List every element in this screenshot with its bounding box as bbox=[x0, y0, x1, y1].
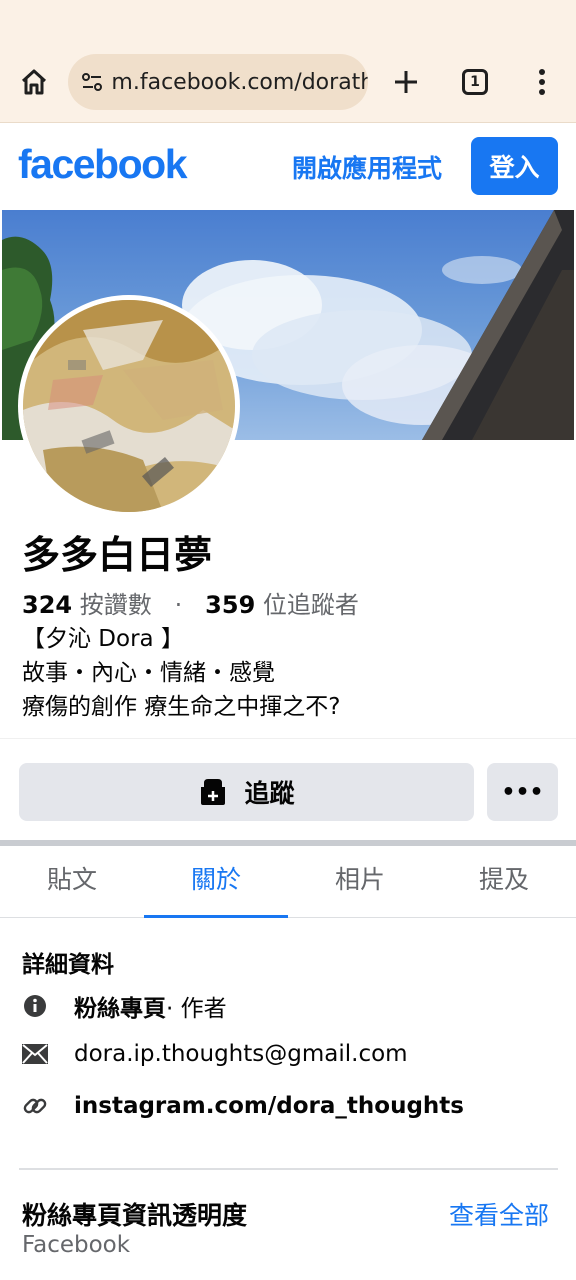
divider bbox=[0, 738, 576, 739]
more-options-button[interactable]: ••• bbox=[487, 763, 558, 821]
page-category-row: 粉絲專頁 · 作者 bbox=[22, 989, 227, 1023]
followers-count: 359 bbox=[205, 591, 256, 619]
tabs-button[interactable]: 1 bbox=[455, 62, 495, 102]
address-bar[interactable]: m.facebook.com/dorath bbox=[68, 54, 368, 110]
page-tabs: 貼文 關於 相片 提及 bbox=[0, 846, 576, 918]
email-row[interactable]: dora.ip.thoughts@gmail.com bbox=[22, 1041, 408, 1067]
profile-avatar[interactable] bbox=[18, 295, 240, 517]
see-all-link[interactable]: 查看全部 bbox=[449, 1196, 549, 1232]
details-heading: 詳細資料 bbox=[22, 952, 114, 978]
bio-line: 故事・內心・情緒・感覺 bbox=[22, 660, 275, 686]
login-button[interactable]: 登入 bbox=[471, 137, 558, 195]
website-row[interactable]: instagram.com/dora_thoughts bbox=[22, 1093, 464, 1119]
page-bio: 【夕沁 Dora 】 故事・內心・情緒・感覺 療傷的創作 療生命之中揮之不? bbox=[22, 622, 341, 724]
likes-count: 324 bbox=[22, 591, 73, 619]
tabs-icon: 1 bbox=[462, 69, 488, 95]
new-tab-button[interactable] bbox=[386, 62, 426, 102]
transparency-heading: 粉絲專頁資訊透明度 bbox=[22, 1201, 248, 1230]
email-link[interactable]: dora.ip.thoughts@gmail.com bbox=[74, 1041, 408, 1067]
likes-label: 按讚數 bbox=[79, 591, 152, 619]
page-category: · 作者 bbox=[166, 996, 227, 1022]
followers-label: 位追蹤者 bbox=[262, 591, 359, 619]
follow-button[interactable]: 追蹤 bbox=[19, 763, 474, 821]
avatar-image bbox=[23, 300, 235, 512]
tab-about[interactable]: 關於 bbox=[144, 846, 288, 918]
follow-icon bbox=[198, 777, 228, 807]
page-type: 粉絲專頁 bbox=[74, 996, 166, 1022]
browser-toolbar: m.facebook.com/dorath 1 bbox=[0, 0, 576, 122]
site-settings-icon[interactable] bbox=[80, 70, 103, 94]
tab-posts[interactable]: 貼文 bbox=[0, 846, 144, 917]
transparency-subtitle: Facebook bbox=[22, 1232, 131, 1258]
more-horiz-icon: ••• bbox=[501, 779, 544, 805]
open-app-link[interactable]: 開啟應用程式 bbox=[292, 149, 442, 185]
tab-mentions[interactable]: 提及 bbox=[432, 846, 576, 917]
divider bbox=[19, 1168, 558, 1170]
follow-label: 追蹤 bbox=[244, 779, 295, 808]
page-title: 多多白日夢 bbox=[22, 533, 213, 577]
more-vert-icon[interactable] bbox=[522, 62, 562, 102]
page-stats: 324 按讚數 · 359 位追蹤者 bbox=[22, 585, 359, 620]
website-link[interactable]: instagram.com/dora_thoughts bbox=[74, 1093, 464, 1119]
link-icon bbox=[22, 1093, 48, 1119]
stats-separator: · bbox=[174, 591, 183, 619]
mail-icon bbox=[22, 1041, 48, 1067]
tab-photos[interactable]: 相片 bbox=[288, 846, 432, 917]
plus-icon bbox=[395, 71, 417, 93]
home-icon[interactable] bbox=[14, 62, 54, 102]
info-icon bbox=[22, 993, 48, 1019]
bio-line: 【夕沁 Dora 】 bbox=[22, 626, 184, 652]
url-text: m.facebook.com/dorath bbox=[111, 69, 368, 95]
site-header: facebook 開啟應用程式 登入 bbox=[0, 122, 576, 210]
bio-line: 療傷的創作 療生命之中揮之不? bbox=[22, 694, 341, 720]
facebook-logo[interactable]: facebook bbox=[18, 141, 188, 188]
